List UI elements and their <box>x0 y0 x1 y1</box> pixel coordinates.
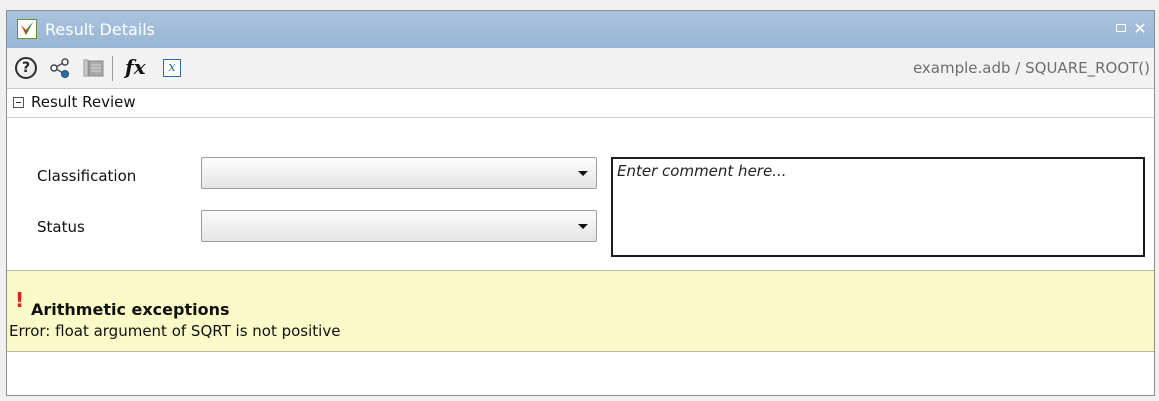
toolbar: ? fx x example.adb / SQUARE_ROOT() <box>7 48 1154 89</box>
result-details-panel: Result Details ✕ ? fx x example.adb / SQ… <box>6 10 1155 396</box>
function-fx-icon[interactable]: fx <box>125 55 155 79</box>
title-bar: Result Details ✕ <box>7 11 1154 49</box>
classification-label: Classification <box>37 167 137 185</box>
polyspace-app-icon <box>17 19 37 39</box>
result-title: Arithmetic exceptions <box>31 300 230 319</box>
stacked-pages-icon[interactable] <box>83 57 105 79</box>
classification-dropdown[interactable] <box>201 157 597 189</box>
chevron-down-icon <box>578 171 588 176</box>
comment-field[interactable] <box>611 157 1145 257</box>
restore-icon[interactable] <box>1114 21 1130 37</box>
error-exclamation-icon: ! <box>15 288 25 312</box>
variable-x-icon[interactable]: x <box>163 59 181 77</box>
help-icon[interactable]: ? <box>15 57 37 79</box>
result-message: ! Arithmetic exceptions Error: float arg… <box>7 270 1154 352</box>
result-review-header[interactable]: Result Review <box>7 89 1154 118</box>
graph-nodes-icon[interactable] <box>49 57 71 79</box>
close-icon[interactable]: ✕ <box>1132 21 1148 37</box>
section-title: Result Review <box>31 93 136 111</box>
toolbar-separator <box>112 56 113 81</box>
collapse-icon[interactable] <box>13 97 24 108</box>
breadcrumb: example.adb / SQUARE_ROOT() <box>912 59 1150 77</box>
status-dropdown[interactable] <box>201 210 597 242</box>
window-title: Result Details <box>45 20 155 39</box>
status-label: Status <box>37 218 85 236</box>
result-detail: Error: float argument of SQRT is not pos… <box>9 322 341 340</box>
chevron-down-icon <box>578 224 588 229</box>
